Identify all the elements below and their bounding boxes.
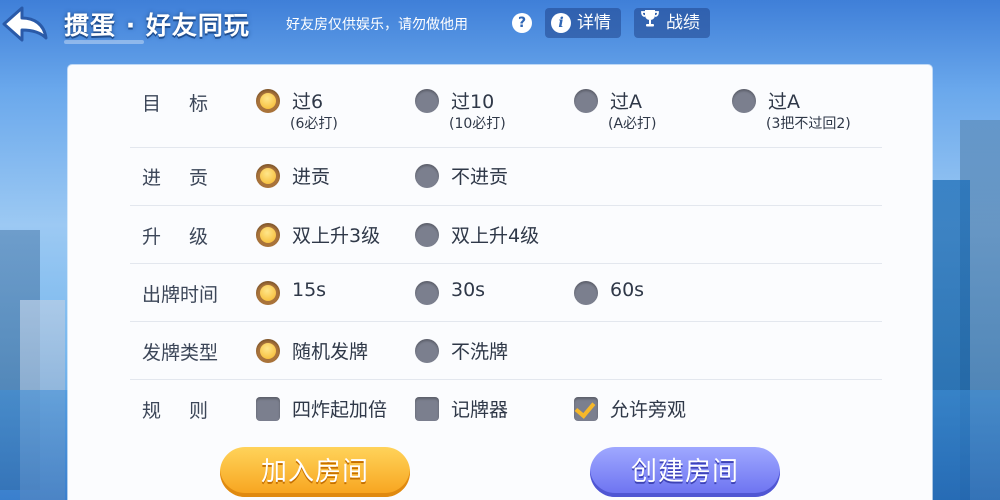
details-button[interactable]: i 详情 xyxy=(545,8,621,38)
radio-button xyxy=(415,164,439,188)
option-label: 不进贡 xyxy=(451,166,509,188)
radio-button xyxy=(256,223,280,247)
radio-button xyxy=(732,89,756,113)
row-label-play-time: 出牌时间 xyxy=(142,284,219,306)
tribute-option-off[interactable]: 不进贡 xyxy=(415,164,545,190)
radio-button xyxy=(415,339,439,363)
option-sublabel: (6必打) xyxy=(290,116,338,132)
option-label: 允许旁观 xyxy=(610,399,687,421)
join-room-button[interactable]: 加入房间 xyxy=(220,447,410,497)
back-arrow-icon xyxy=(2,6,48,42)
radio-button xyxy=(415,89,439,113)
target-option-10[interactable]: 过10 (10必打) xyxy=(415,89,545,139)
radio-button xyxy=(415,281,439,305)
help-icon[interactable]: ? xyxy=(512,13,532,33)
option-label: 四炸起加倍 xyxy=(292,399,388,421)
option-sublabel: (10必打) xyxy=(449,116,506,132)
record-label: 战绩 xyxy=(666,13,700,33)
option-label: 过A xyxy=(610,91,642,113)
radio-button xyxy=(415,223,439,247)
rule-checkbox-allow-spectate[interactable]: 允许旁观 xyxy=(574,397,714,423)
row-label-rules: 规则 xyxy=(142,400,237,422)
row-label-deal-type: 发牌类型 xyxy=(142,342,219,364)
option-label: 双上升3级 xyxy=(292,225,381,247)
deal-option-random[interactable]: 随机发牌 xyxy=(256,339,386,365)
title-decoration xyxy=(64,40,144,44)
trophy-icon xyxy=(640,8,660,38)
option-label: 30s xyxy=(451,279,486,301)
option-label: 记牌器 xyxy=(451,399,509,421)
details-label: 详情 xyxy=(577,13,611,33)
back-button[interactable] xyxy=(0,2,50,46)
row-label-upgrade: 升级 xyxy=(142,226,237,248)
setting-row-upgrade: 升级 双上升3级 双上升4级 xyxy=(130,206,882,264)
setting-row-play-time: 出牌时间 15s 30s 60s xyxy=(130,264,882,322)
checkbox xyxy=(256,397,280,421)
option-label: 过6 xyxy=(292,91,324,113)
option-sublabel: (3把不过回2) xyxy=(766,116,851,132)
setting-row-deal-type: 发牌类型 随机发牌 不洗牌 xyxy=(130,322,882,380)
setting-row-rules: 规则 四炸起加倍 记牌器 允许旁观 xyxy=(130,380,882,437)
rule-checkbox-card-counter[interactable]: 记牌器 xyxy=(415,397,545,423)
row-label-target: 目标 xyxy=(142,93,237,115)
upgrade-option-3[interactable]: 双上升3级 xyxy=(256,223,396,249)
option-label: 60s xyxy=(610,279,645,301)
tribute-option-on[interactable]: 进贡 xyxy=(256,164,386,190)
option-sublabel: (A必打) xyxy=(608,116,657,132)
radio-button xyxy=(256,89,280,113)
radio-button xyxy=(256,339,280,363)
option-label: 不洗牌 xyxy=(451,341,509,363)
option-label: 双上升4级 xyxy=(451,225,540,247)
checkbox xyxy=(415,397,439,421)
room-settings-panel: 目标 过6 (6必打) 过10 (10必打) 过A (A必打) 过A (3把不过… xyxy=(68,65,932,500)
target-option-a-fallback[interactable]: 过A (3把不过回2) xyxy=(732,89,872,139)
rule-checkbox-bomb-double[interactable]: 四炸起加倍 xyxy=(256,397,396,423)
target-option-a[interactable]: 过A (A必打) xyxy=(574,89,704,139)
option-label: 15s xyxy=(292,279,327,301)
record-button[interactable]: 战绩 xyxy=(634,8,710,38)
top-bar: 掼蛋 · 好友同玩 好友房仅供娱乐，请勿做他用 ? i 详情 战绩 xyxy=(0,0,1000,50)
play-time-option-60s[interactable]: 60s xyxy=(574,279,684,307)
target-option-6[interactable]: 过6 (6必打) xyxy=(256,89,386,139)
radio-button xyxy=(256,164,280,188)
deal-option-no-shuffle[interactable]: 不洗牌 xyxy=(415,339,545,365)
setting-row-tribute: 进贡 进贡 不进贡 xyxy=(130,148,882,206)
row-label-tribute: 进贡 xyxy=(142,167,237,189)
create-room-button[interactable]: 创建房间 xyxy=(590,447,780,497)
page-title: 掼蛋 · 好友同玩 xyxy=(64,11,250,40)
option-label: 过A xyxy=(768,91,800,113)
option-label: 过10 xyxy=(451,91,495,113)
notice-text: 好友房仅供娱乐，请勿做他用 xyxy=(286,17,468,33)
radio-button xyxy=(256,281,280,305)
play-time-option-30s[interactable]: 30s xyxy=(415,279,525,307)
option-label: 随机发牌 xyxy=(292,341,369,363)
setting-row-target: 目标 过6 (6必打) 过10 (10必打) 过A (A必打) 过A (3把不过… xyxy=(130,79,882,148)
play-time-option-15s[interactable]: 15s xyxy=(256,279,366,307)
info-icon: i xyxy=(551,13,571,33)
option-label: 进贡 xyxy=(292,166,331,188)
radio-button xyxy=(574,89,598,113)
checkbox-checked xyxy=(574,397,598,421)
upgrade-option-4[interactable]: 双上升4级 xyxy=(415,223,555,249)
radio-button xyxy=(574,281,598,305)
